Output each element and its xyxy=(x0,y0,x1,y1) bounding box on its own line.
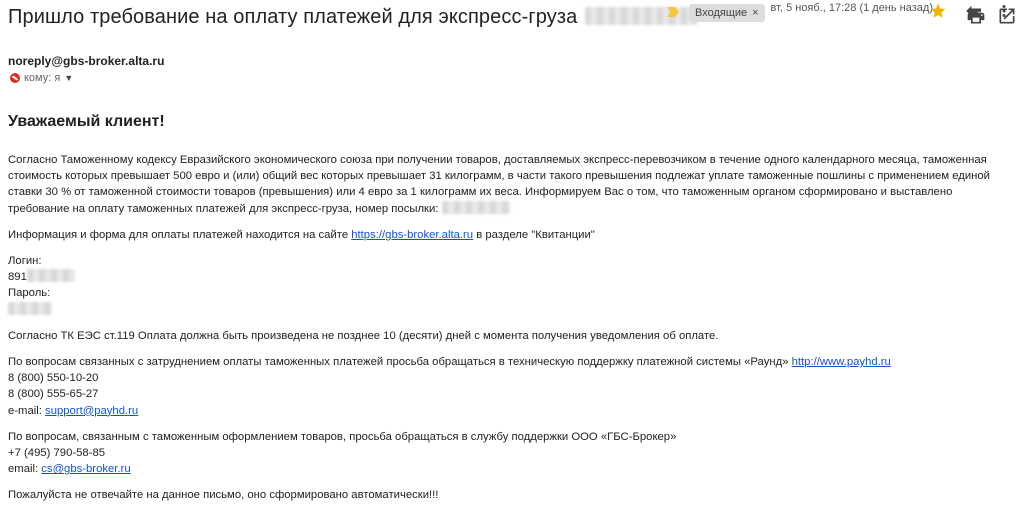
login-label: Логин: xyxy=(8,255,42,268)
phone-2: 8 (800) 555-65-27 xyxy=(8,388,99,401)
broker-email-line: email: cs@gbs-broker.ru xyxy=(8,461,1010,477)
recipient-line[interactable]: кому: я ▼ xyxy=(10,72,73,84)
payhd-link[interactable]: http://www.payhd.ru xyxy=(792,356,891,368)
password-label: Пароль: xyxy=(8,287,51,300)
recipient-text: кому: я xyxy=(24,72,61,84)
broker-email-link[interactable]: cs@gbs-broker.ru xyxy=(41,463,130,475)
broker-support-text: По вопросам, связанным с таможенным офор… xyxy=(8,430,677,443)
site-info-text: Информация и форма для оплаты платежей н… xyxy=(8,228,349,241)
remove-label-button[interactable]: × xyxy=(752,4,758,22)
email-date: вт, 5 нояб., 17:28 (1 день назад) xyxy=(770,2,933,14)
star-icon[interactable] xyxy=(929,2,947,20)
support-email-link[interactable]: support@payhd.ru xyxy=(45,405,138,417)
customs-paragraph: Согласно Таможенному кодексу Евразийског… xyxy=(8,152,1010,217)
label-text: Входящие xyxy=(695,7,748,19)
support-email-line: e-mail: support@payhd.ru xyxy=(8,403,1010,419)
closing-paragraph: Пожалуйста не отвечайте на данное письмо… xyxy=(8,489,439,502)
more-vert-icon[interactable] xyxy=(1000,2,1008,20)
email-subject: Пришло требование на оплату платежей для… xyxy=(8,6,697,29)
phone-3: +7 (495) 790-58-85 xyxy=(8,447,106,460)
credentials-block: Логин: 891 Пароль: xyxy=(8,253,1010,318)
password-value xyxy=(8,301,1010,318)
redacted-tracking-number xyxy=(585,6,697,25)
site-section-text: в разделе "Квитанции" xyxy=(476,228,595,241)
chevron-down-icon[interactable]: ▼ xyxy=(64,73,73,83)
sender-email[interactable]: noreply@gbs-broker.alta.ru xyxy=(8,54,164,68)
payment-support-block: По вопросам связанных с затруднением опл… xyxy=(8,354,1010,419)
phone-1: 8 (800) 550-10-20 xyxy=(8,372,99,385)
site-link[interactable]: https://gbs-broker.alta.ru xyxy=(351,229,473,241)
inbox-label-chip[interactable]: Входящие × xyxy=(689,4,765,22)
redacted-login xyxy=(26,269,75,283)
reply-icon[interactable] xyxy=(964,2,982,20)
sender-row: noreply@gbs-broker.alta.ru кому: я ▼ xyxy=(8,54,1016,88)
broker-support-block: По вопросам, связанным с таможенным офор… xyxy=(8,429,1010,478)
redacted-parcel-number xyxy=(441,200,510,214)
email-label: e-mail: xyxy=(8,404,42,417)
payment-support-text: По вопросам связанных с затруднением опл… xyxy=(8,356,789,369)
login-value: 891 xyxy=(8,269,1010,285)
subject-text: Пришло требование на оплату платежей для… xyxy=(8,6,578,28)
greeting: Уважаемый клиент! xyxy=(8,113,165,130)
redacted-password xyxy=(8,301,52,315)
email-body: Уважаемый клиент! Согласно Таможенному к… xyxy=(8,112,1010,514)
email-label: email: xyxy=(8,463,39,476)
deadline-paragraph: Согласно ТК ЕЭС ст.119 Оплата должна быт… xyxy=(8,329,719,342)
login-prefix: 891 xyxy=(8,271,27,284)
spam-warning-icon xyxy=(10,73,20,83)
site-info-paragraph: Информация и форма для оплаты платежей н… xyxy=(8,227,1010,243)
